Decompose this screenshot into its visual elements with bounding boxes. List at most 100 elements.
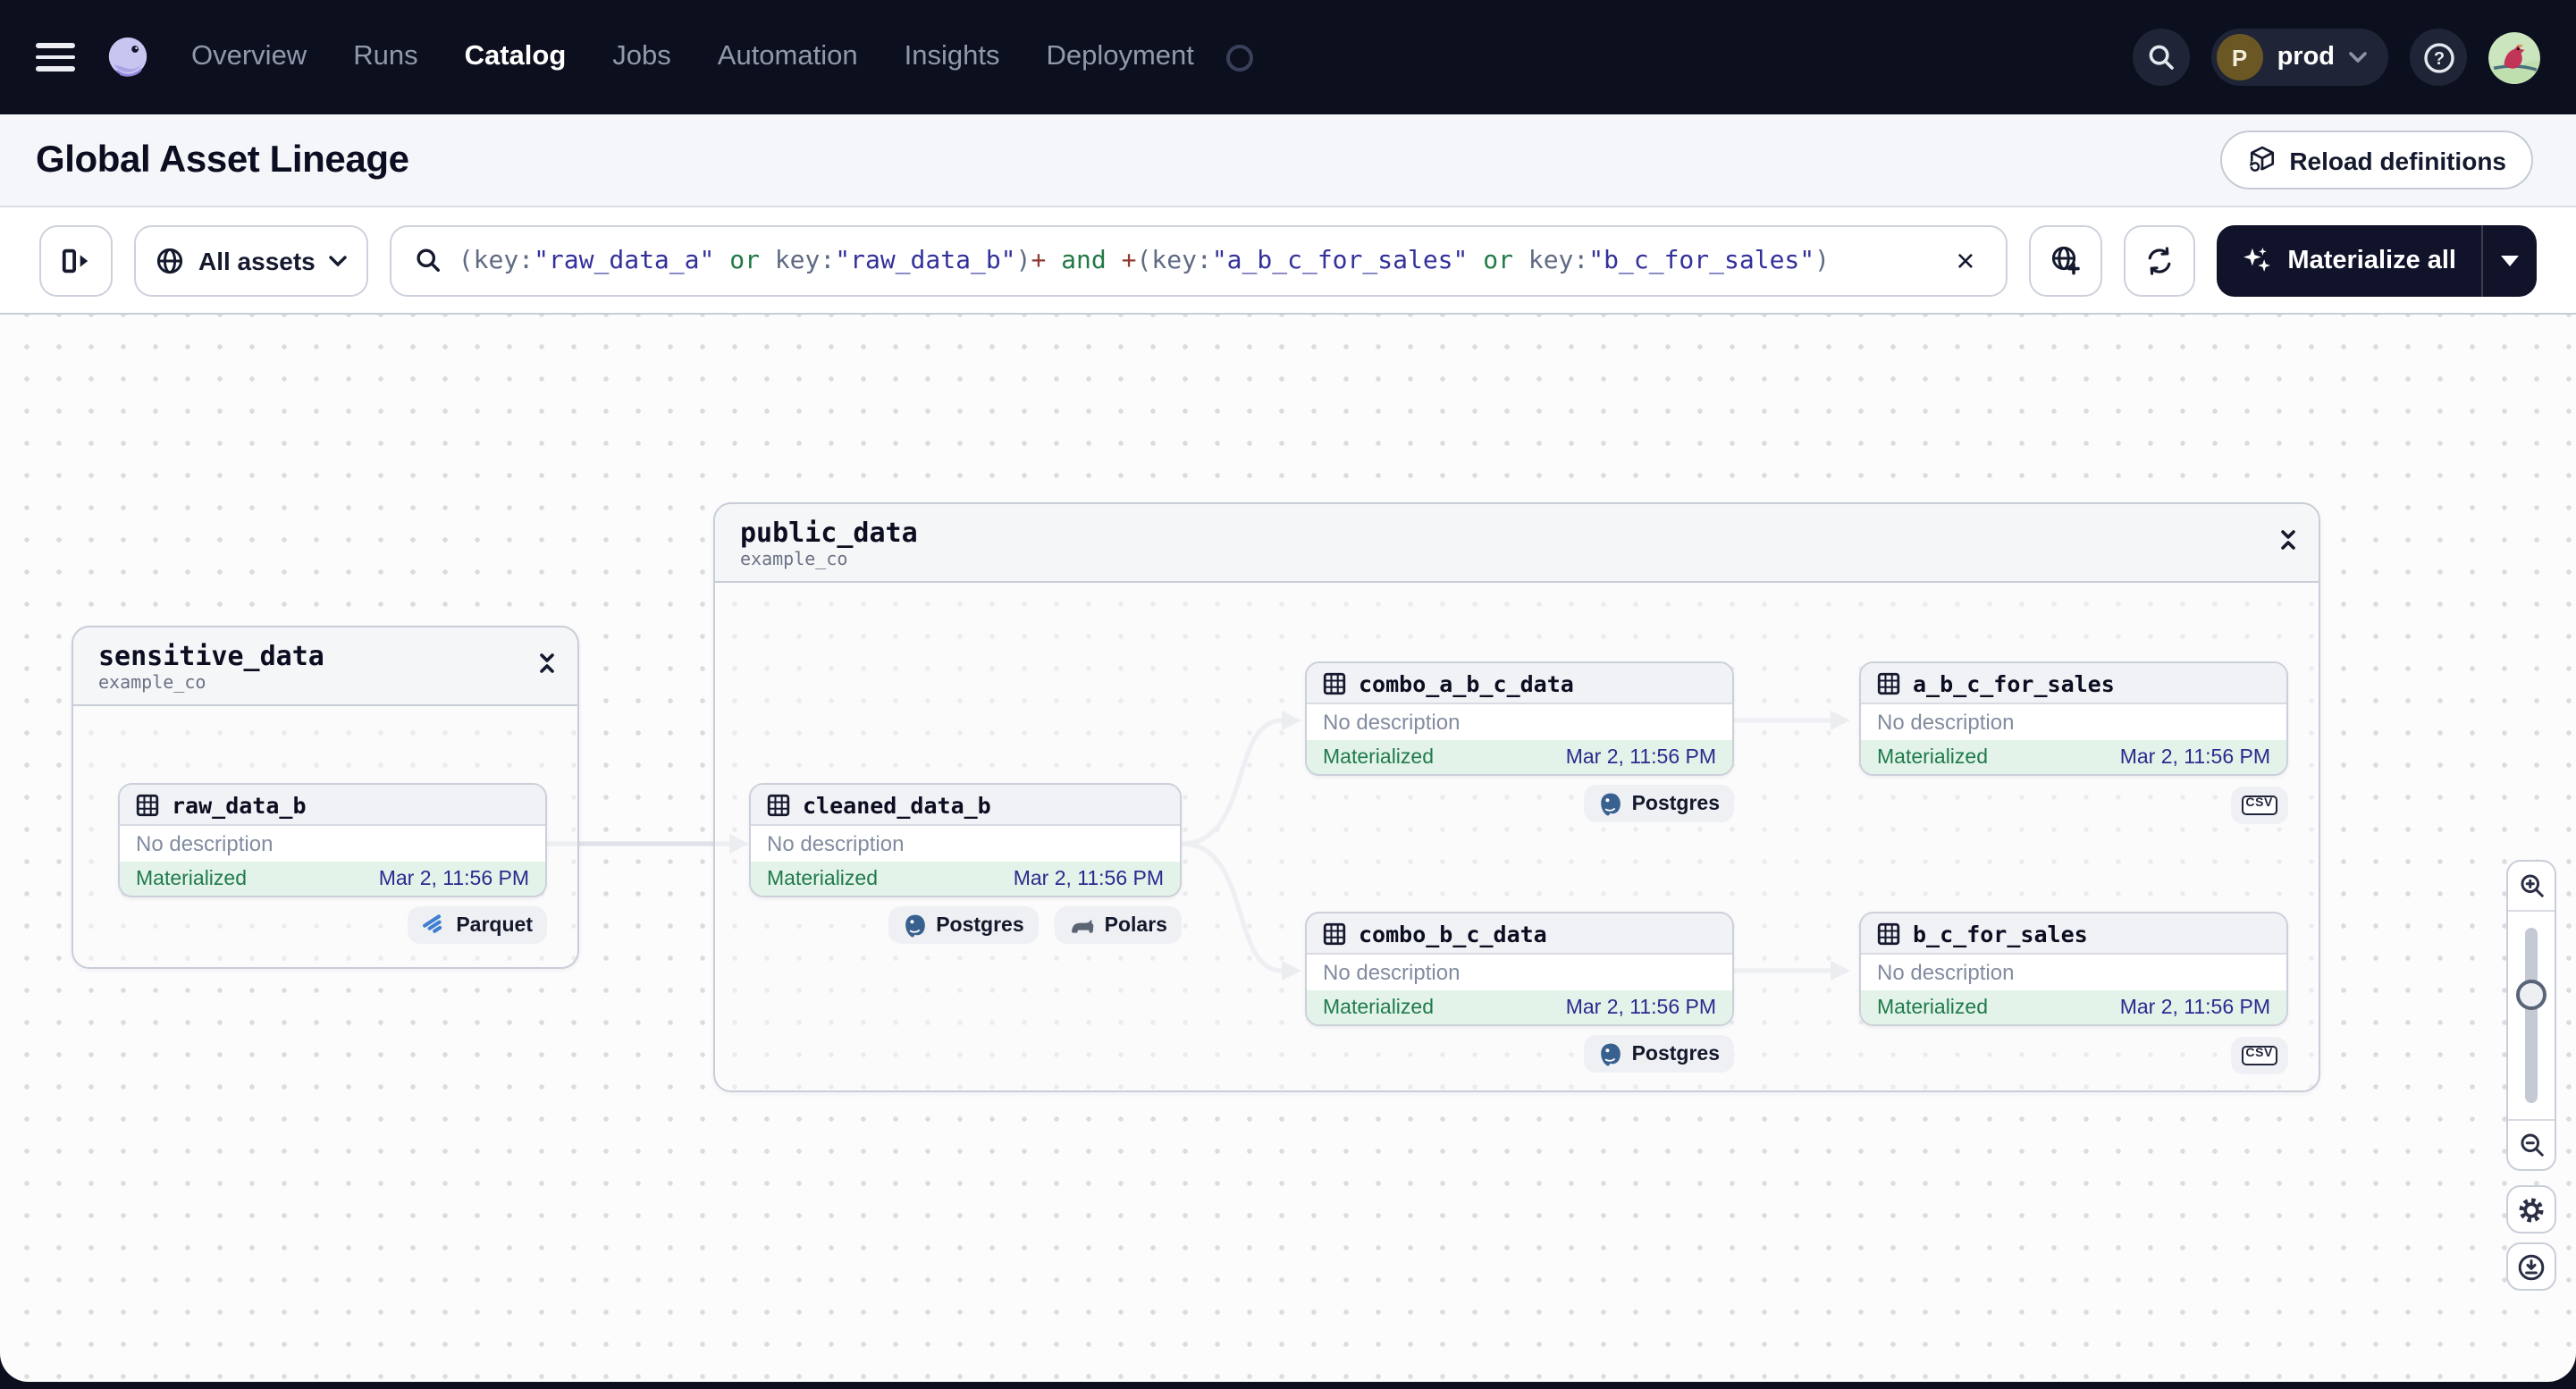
zoom-controls [2506,860,2556,1171]
asset-node-raw-data-b[interactable]: raw_data_b No description Materialized Ma… [118,783,547,897]
nav-item-insights[interactable]: Insights [905,41,1000,73]
group-name: public_data [740,517,918,549]
asset-query-text: (key: "raw_data_a" or key: "raw_data_b") + … [458,246,1831,274]
tag-postgres[interactable]: Postgres [1583,1035,1734,1073]
asset-status: Materialized [1877,997,1988,1018]
nav-item-runs[interactable]: Runs [353,41,417,73]
user-avatar[interactable] [2488,31,2540,83]
tag-csv[interactable]: CSV [2230,1037,2288,1074]
refresh-graph-button[interactable] [2123,224,2195,296]
asset-node-combo-a-b-c-data[interactable]: combo_a_b_c_data No description Material… [1305,661,1734,776]
zoom-in-button[interactable] [2508,862,2555,912]
asset-tags: CSV [2230,1037,2288,1074]
search-icon [2149,45,2174,70]
asset-name: cleaned_data_b [803,791,991,818]
tag-label: Postgres [1631,1043,1720,1065]
asset-name: a_b_c_for_sales [1913,669,2115,696]
collapse-group-button[interactable] [536,651,558,676]
sparkle-icon [2243,248,2270,272]
materialize-all-label: Materialize all [2287,246,2456,274]
asset-timestamp: Mar 2, 11:56 PM [2119,997,2270,1018]
asset-tags: Parquet [408,906,547,944]
nav-item-automation[interactable]: Automation [718,41,858,73]
asset-node-a-b-c-for-sales[interactable]: a_b_c_for_sales No description Materiali… [1859,661,2288,776]
asset-description: No description [1323,710,1461,735]
materialize-all-button-group: Materialize all [2216,224,2537,296]
parquet-icon [423,914,442,933]
globe-icon [156,247,183,274]
tag-parquet[interactable]: Parquet [408,906,547,944]
group-name: sensitive_data [98,640,324,672]
chevron-down-icon [330,255,348,265]
asset-tags: Postgres Polars [888,906,1182,944]
title-bar: Global Asset Lineage Reload definitions [0,114,2576,207]
csv-icon: CSV [2241,1045,2277,1066]
download-image-button[interactable] [2506,1242,2556,1291]
collapse-group-button[interactable] [2277,527,2299,552]
asset-scope-dropdown[interactable]: All assets [134,224,369,296]
search-button[interactable] [2132,29,2190,86]
asset-timestamp: Mar 2, 11:56 PM [1013,868,1164,889]
menu-icon[interactable] [36,43,75,72]
reload-definitions-label: Reload definitions [2289,146,2506,174]
nav-item-jobs[interactable]: Jobs [612,41,671,73]
asset-query-input[interactable]: (key: "raw_data_a" or key: "raw_data_b") + … [390,224,2008,296]
reload-definitions-button[interactable]: Reload definitions [2219,130,2533,189]
environment-switcher[interactable]: P prod [2210,29,2388,86]
collapse-icon [2281,530,2295,550]
tag-label: Polars [1104,914,1167,936]
tag-polars[interactable]: Polars [1054,906,1182,944]
chevron-down-icon [2349,52,2367,63]
table-icon [767,793,790,816]
table-icon [136,793,159,816]
postgres-icon [905,913,925,937]
search-icon [417,248,441,272]
asset-description: No description [136,831,274,856]
clear-query-button[interactable]: × [1949,240,1982,280]
open-panel-button[interactable] [39,224,113,296]
zoom-slider-track[interactable] [2525,928,2538,1103]
help-button[interactable]: ? [2410,29,2467,86]
postgres-icon [1600,1042,1621,1065]
table-icon [1877,922,1900,945]
table-icon [1323,922,1346,945]
materialize-options-button[interactable] [2483,224,2537,296]
polars-icon [1071,919,1093,933]
filter-bar: All assets (key: "raw_data_a" or key: "raw… [0,207,2576,315]
svg-text:?: ? [2433,48,2444,68]
tag-postgres[interactable]: Postgres [1583,785,1734,822]
graph-settings-button[interactable] [2506,1185,2556,1233]
environment-avatar: P [2216,34,2263,80]
nav-item-deployment[interactable]: Deployment [1046,41,1193,73]
asset-timestamp: Mar 2, 11:56 PM [378,868,529,889]
materialize-all-button[interactable]: Materialize all [2216,224,2481,296]
asset-status: Materialized [767,868,878,889]
asset-name: b_c_for_sales [1913,920,2088,947]
asset-scope-label: All assets [198,246,316,274]
zoom-slider[interactable] [2508,912,2555,1119]
asset-node-combo-b-c-data[interactable]: combo_b_c_data No description Materializ… [1305,912,1734,1026]
globe-add-icon [2051,246,2080,275]
asset-status: Materialized [1877,746,1988,768]
collapse-icon [540,653,554,673]
group-header: sensitive_data example_co [73,627,577,706]
page-title: Global Asset Lineage [36,139,409,180]
tag-label: Postgres [1631,793,1720,814]
dagster-app: Overview Runs Catalog Jobs Automation In… [0,0,2576,1389]
zoom-out-icon [2520,1133,2543,1157]
loading-spinner [1225,44,1253,71]
tag-postgres[interactable]: Postgres [888,906,1039,944]
download-icon [2518,1253,2545,1280]
nav-item-overview[interactable]: Overview [191,41,307,73]
asset-node-cleaned-data-b[interactable]: cleaned_data_b No description Materializ… [749,783,1182,897]
lineage-canvas[interactable]: sensitive_data example_co public_data ex… [0,315,2576,1382]
asset-node-b-c-for-sales[interactable]: b_c_for_sales No description Materialize… [1859,912,2288,1026]
new-asset-selection-button[interactable] [2028,224,2102,296]
dagster-logo[interactable] [104,33,152,81]
nav-item-catalog[interactable]: Catalog [465,41,567,73]
zoom-out-button[interactable] [2508,1119,2555,1169]
asset-timestamp: Mar 2, 11:56 PM [2119,746,2270,768]
tag-csv[interactable]: CSV [2230,787,2288,824]
zoom-slider-thumb[interactable] [2516,980,2547,1010]
panel-open-icon [62,248,88,273]
